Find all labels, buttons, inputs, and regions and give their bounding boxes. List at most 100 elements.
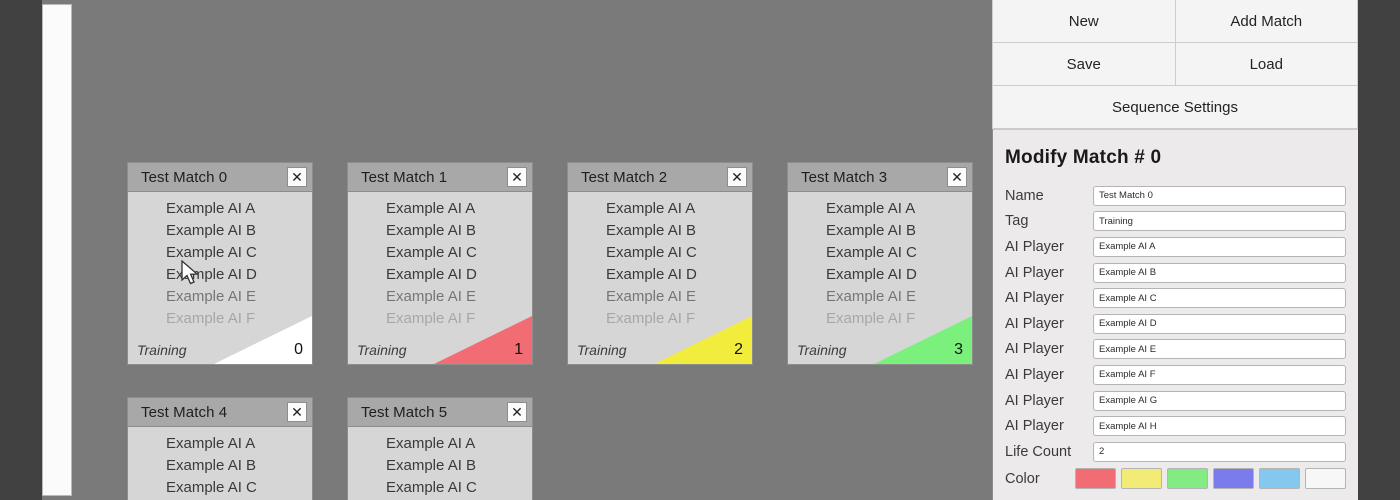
match-canvas[interactable]: Test Match 0 ✕ Example AI A Example AI B Exa… bbox=[73, 0, 992, 500]
form-field-input[interactable] bbox=[1093, 236, 1346, 257]
match-index: 0 bbox=[294, 341, 303, 358]
match-card[interactable]: Test Match 4 ✕ Example AI A Example AI B Exa… bbox=[127, 397, 313, 500]
screen: Test Match 0 ✕ Example AI A Example AI B Exa… bbox=[0, 0, 1400, 500]
match-card-header[interactable]: Test Match 1 ✕ bbox=[348, 163, 532, 192]
color-swatch[interactable] bbox=[1121, 468, 1162, 490]
form-row: AI Player bbox=[1005, 234, 1346, 260]
match-player-item: Example AI A bbox=[166, 435, 256, 452]
form-field-input[interactable] bbox=[1093, 390, 1346, 411]
match-player-list: Example AI AExample AI BExample AI CExam… bbox=[348, 427, 532, 500]
form-row: AI Player bbox=[1005, 311, 1346, 337]
form-field-label: AI Player bbox=[1005, 392, 1064, 409]
close-icon[interactable]: ✕ bbox=[287, 402, 307, 422]
form-row: Name bbox=[1005, 183, 1346, 209]
match-tag: Training bbox=[357, 342, 407, 358]
load-button[interactable]: Load bbox=[1174, 42, 1358, 86]
form-field-label: AI Player bbox=[1005, 290, 1064, 307]
form-row: Tag bbox=[1005, 209, 1346, 235]
new-button[interactable]: New bbox=[992, 0, 1176, 43]
match-card[interactable]: Test Match 1 ✕ Example AI A Example AI B Exa… bbox=[347, 162, 533, 365]
match-card-title: Test Match 0 bbox=[141, 168, 228, 186]
close-icon[interactable]: ✕ bbox=[507, 402, 527, 422]
match-index: 1 bbox=[514, 341, 523, 358]
match-player-item: Example AI B bbox=[826, 222, 917, 239]
form-field-label: Name bbox=[1005, 187, 1044, 204]
save-button[interactable]: Save bbox=[992, 42, 1176, 86]
match-player-item: Example AI C bbox=[166, 479, 257, 496]
form-row: AI Player bbox=[1005, 260, 1346, 286]
match-form: Name Tag AI Player AI Player AI Player AI Pla… bbox=[1005, 183, 1346, 465]
sequence-settings-button[interactable]: Sequence Settings bbox=[992, 85, 1358, 129]
form-field-label: AI Player bbox=[1005, 366, 1064, 383]
toolbar-row-1: New Add Match bbox=[992, 0, 1358, 43]
match-player-item: Example AI C bbox=[386, 244, 477, 261]
color-swatch[interactable] bbox=[1259, 468, 1300, 490]
close-icon[interactable]: ✕ bbox=[947, 167, 967, 187]
form-field-label: AI Player bbox=[1005, 418, 1064, 435]
sidebar-panel: New Add Match Save Load Sequence Setting… bbox=[992, 0, 1358, 500]
form-field-label: AI Player bbox=[1005, 264, 1064, 281]
color-swatch[interactable] bbox=[1213, 468, 1254, 490]
match-card-footer: Training 2 bbox=[568, 336, 752, 364]
match-player-item: Example AI A bbox=[386, 200, 476, 217]
match-player-item: Example AI C bbox=[386, 479, 477, 496]
match-card-header[interactable]: Test Match 4 ✕ bbox=[128, 398, 312, 427]
add-match-button[interactable]: Add Match bbox=[1174, 0, 1358, 43]
scrollbar-thumb[interactable] bbox=[43, 5, 71, 495]
match-tag: Training bbox=[797, 342, 847, 358]
match-card[interactable]: Test Match 3 ✕ Example AI A Example AI B Exa… bbox=[787, 162, 973, 365]
form-field-input[interactable] bbox=[1093, 364, 1346, 385]
match-card-footer: Training 0 bbox=[128, 336, 312, 364]
color-swatch[interactable] bbox=[1305, 468, 1346, 490]
match-player-item: Example AI E bbox=[166, 288, 257, 305]
match-card[interactable]: Test Match 5 ✕ Example AI A Example AI B Exa… bbox=[347, 397, 533, 500]
color-label: Color bbox=[1005, 470, 1040, 487]
match-tag: Training bbox=[137, 342, 187, 358]
color-swatch-group[interactable] bbox=[1075, 468, 1346, 490]
toolbar-row-2: Save Load bbox=[992, 42, 1358, 86]
match-player-item: Example AI A bbox=[386, 435, 476, 452]
form-field-input[interactable] bbox=[1093, 416, 1346, 437]
match-player-item: Example AI A bbox=[166, 200, 256, 217]
match-card-title: Test Match 2 bbox=[581, 168, 668, 186]
close-icon[interactable]: ✕ bbox=[287, 167, 307, 187]
color-swatch[interactable] bbox=[1075, 468, 1116, 490]
match-card[interactable]: Test Match 0 ✕ Example AI A Example AI B Exa… bbox=[127, 162, 313, 365]
match-card-footer: Training 3 bbox=[788, 336, 972, 364]
match-player-item: Example AI E bbox=[826, 288, 917, 305]
form-field-label: Tag bbox=[1005, 213, 1029, 230]
form-field-input[interactable] bbox=[1093, 262, 1346, 283]
match-card-title: Test Match 5 bbox=[361, 403, 448, 421]
form-field-input[interactable] bbox=[1093, 211, 1346, 232]
match-player-item: Example AI D bbox=[386, 266, 477, 283]
match-card-header[interactable]: Test Match 3 ✕ bbox=[788, 163, 972, 192]
form-field-input[interactable] bbox=[1093, 185, 1346, 206]
match-player-item: Example AI B bbox=[166, 457, 257, 474]
form-row: AI Player bbox=[1005, 285, 1346, 311]
form-field-input[interactable] bbox=[1093, 288, 1346, 309]
modify-match-section: Modify Match # 0 Name Tag AI Player AI Play… bbox=[993, 130, 1358, 493]
close-icon[interactable]: ✕ bbox=[727, 167, 747, 187]
form-field-label: AI Player bbox=[1005, 341, 1064, 358]
form-field-input[interactable] bbox=[1093, 339, 1346, 360]
form-field-input[interactable] bbox=[1093, 313, 1346, 334]
form-field-label: AI Player bbox=[1005, 238, 1064, 255]
match-player-item: Example AI A bbox=[606, 200, 696, 217]
color-swatch[interactable] bbox=[1167, 468, 1208, 490]
match-card-header[interactable]: Test Match 5 ✕ bbox=[348, 398, 532, 427]
form-field-label: AI Player bbox=[1005, 315, 1064, 332]
match-card-header[interactable]: Test Match 2 ✕ bbox=[568, 163, 752, 192]
close-icon[interactable]: ✕ bbox=[507, 167, 527, 187]
canvas-vertical-scrollbar[interactable] bbox=[42, 4, 72, 496]
match-player-item: Example AI B bbox=[386, 222, 477, 239]
match-card-header[interactable]: Test Match 0 ✕ bbox=[128, 163, 312, 192]
form-field-input[interactable] bbox=[1093, 441, 1346, 462]
match-card-footer: Training 1 bbox=[348, 336, 532, 364]
match-card-title: Test Match 3 bbox=[801, 168, 888, 186]
match-player-item: Example AI E bbox=[606, 288, 697, 305]
match-card[interactable]: Test Match 2 ✕ Example AI A Example AI B Exa… bbox=[567, 162, 753, 365]
toolbar-row-3: Sequence Settings bbox=[992, 85, 1358, 129]
application-window: Test Match 0 ✕ Example AI A Example AI B Exa… bbox=[42, 0, 1358, 500]
form-row: AI Player bbox=[1005, 337, 1346, 363]
form-row: Life Count bbox=[1005, 439, 1346, 465]
